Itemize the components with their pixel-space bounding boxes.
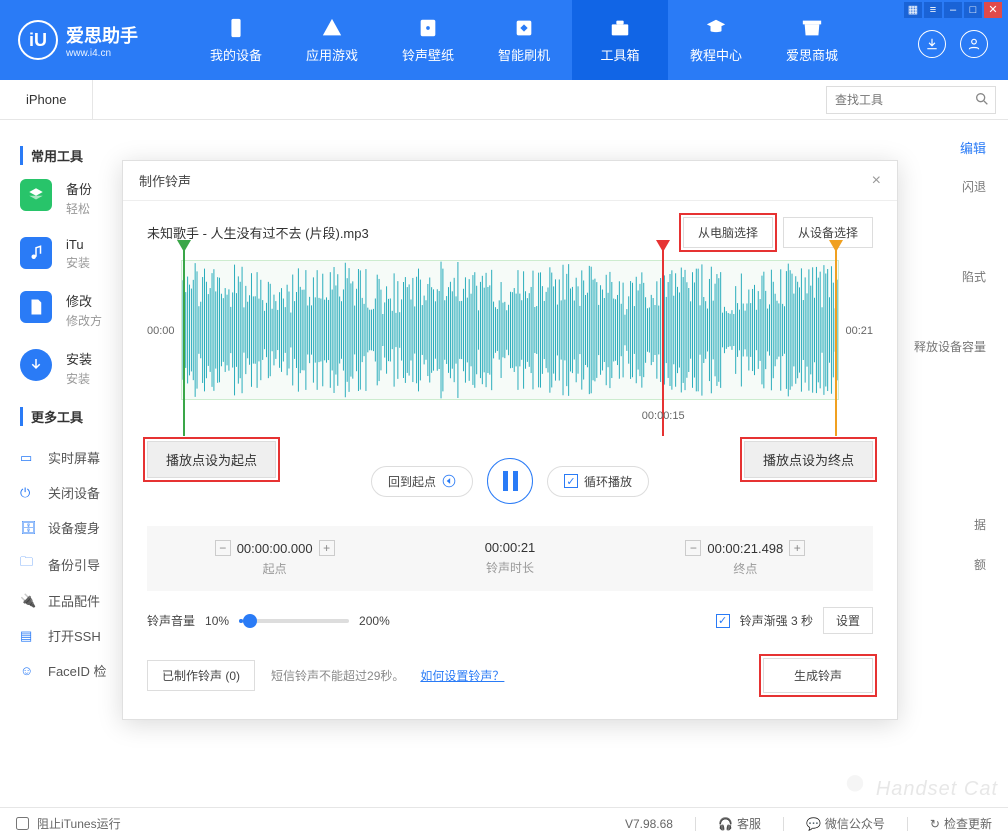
volume-min: 10% <box>205 614 229 628</box>
time-end-label: 00:21 <box>845 325 873 337</box>
check-update-link[interactable]: ↻ 检查更新 <box>930 815 992 832</box>
made-ringtones-button[interactable]: 已制作铃声 (0) <box>147 660 255 691</box>
nav-ringtone-wallpaper[interactable]: 铃声壁纸 <box>380 0 476 80</box>
select-from-device-button[interactable]: 从设备选择 <box>783 217 873 248</box>
status-bar: 阻止iTunes运行 V7.98.68 🎧 客服 💬 微信公众号 ↻ 检查更新 <box>0 807 1008 839</box>
play-pause-button[interactable] <box>487 458 533 504</box>
time-panel: −00:00:00.000+ 起点 00:00:21 铃声时长 −00:00:2… <box>147 526 873 591</box>
search-icon[interactable] <box>974 91 990 112</box>
logo-name: 爱思助手 <box>66 22 138 48</box>
support-link[interactable]: 🎧 客服 <box>718 815 761 832</box>
select-from-pc-button[interactable]: 从电脑选择 <box>683 217 773 248</box>
side-text-4: 据 <box>974 516 986 533</box>
set-as-start-button[interactable]: 播放点设为起点 <box>147 441 276 478</box>
nav-smart-flash[interactable]: 智能刷机 <box>476 0 572 80</box>
side-text-2: 陷式 <box>962 268 986 285</box>
nav-tutorial[interactable]: 教程中心 <box>668 0 764 80</box>
nav-my-device[interactable]: 我的设备 <box>188 0 284 80</box>
logo-icon: iU <box>18 20 58 60</box>
cable-icon: 🔌 <box>20 593 38 609</box>
layers-icon <box>20 179 52 211</box>
block-itunes-label: 阻止iTunes运行 <box>37 815 121 832</box>
face-icon: ☺ <box>20 663 38 678</box>
fade-checkbox[interactable]: ✓ <box>716 614 730 628</box>
start-marker[interactable] <box>183 244 185 436</box>
volume-label: 铃声音量 <box>147 612 195 629</box>
device-tab-iphone[interactable]: iPhone <box>0 80 93 120</box>
titlebar-max-icon[interactable]: □ <box>964 2 982 18</box>
playhead-marker[interactable] <box>662 244 664 436</box>
start-plus-button[interactable]: + <box>319 540 335 556</box>
duration-value: 00:00:21 <box>485 540 536 555</box>
side-text-5: 额 <box>974 556 986 573</box>
generate-ringtone-button[interactable]: 生成铃声 <box>763 658 873 693</box>
ringtone-maker-dialog: 制作铃声 × 未知歌手 - 人生没有过不去 (片段).mp3 从电脑选择 从设备… <box>122 160 898 720</box>
start-minus-button[interactable]: − <box>215 540 231 556</box>
arrow-down-icon <box>20 349 52 381</box>
titlebar-min-icon[interactable]: – <box>944 2 962 18</box>
titlebar-buttons: ▦ ≡ – □ ✕ <box>904 2 1002 18</box>
app-header: ▦ ≡ – □ ✕ iU 爱思助手 www.i4.cn 我的设备 应用游戏 铃声… <box>0 0 1008 80</box>
logo-url: www.i4.cn <box>66 48 138 59</box>
version-label: V7.98.68 <box>625 817 673 831</box>
folder-icon: 🗀 <box>20 553 38 575</box>
loop-checkbox[interactable]: ✓循环播放 <box>547 466 649 497</box>
search-input[interactable] <box>826 86 996 114</box>
playhead-time: 00:00:15 <box>642 410 685 422</box>
edit-link[interactable]: 编辑 <box>960 138 986 157</box>
logo[interactable]: iU 爱思助手 www.i4.cn <box>18 20 138 60</box>
dialog-title: 制作铃声 <box>139 171 191 190</box>
close-icon[interactable]: × <box>872 172 881 190</box>
end-marker[interactable] <box>835 244 837 436</box>
nav-app-games[interactable]: 应用游戏 <box>284 0 380 80</box>
user-icon[interactable] <box>960 30 988 58</box>
start-time-value: 00:00:00.000 <box>237 541 313 556</box>
download-icon[interactable] <box>918 30 946 58</box>
back-to-start-button[interactable]: 回到起点 <box>371 466 473 497</box>
file-icon <box>20 291 52 323</box>
titlebar-grid-icon[interactable]: ▦ <box>904 2 922 18</box>
end-time-value: 00:00:21.498 <box>707 541 783 556</box>
titlebar-close-icon[interactable]: ✕ <box>984 2 1002 18</box>
nav-toolbox[interactable]: 工具箱 <box>572 0 668 80</box>
nav-store[interactable]: 爱思商城 <box>764 0 860 80</box>
set-as-end-button[interactable]: 播放点设为终点 <box>744 441 873 478</box>
screen-icon: ▭ <box>20 450 38 466</box>
sms-hint: 短信铃声不能超过29秒。 <box>271 667 404 684</box>
power-icon: ⏻ <box>20 485 38 501</box>
waveform-track[interactable]: 00:00:15 <box>181 256 840 406</box>
briefcase-icon: 🗄 <box>20 520 38 536</box>
end-plus-button[interactable]: + <box>789 540 805 556</box>
volume-slider[interactable] <box>239 619 349 623</box>
how-to-set-link[interactable]: 如何设置铃声？ <box>420 667 504 684</box>
fade-settings-button[interactable]: 设置 <box>823 607 873 634</box>
wechat-link[interactable]: 💬 微信公众号 <box>806 815 885 832</box>
time-start-label: 00:00 <box>147 325 175 337</box>
fade-label: 铃声渐强 3 秒 <box>740 612 813 629</box>
terminal-icon: ▤ <box>20 628 38 644</box>
block-itunes-checkbox[interactable] <box>16 817 29 830</box>
volume-max: 200% <box>359 614 390 628</box>
side-text-3: 释放设备容量 <box>914 338 986 355</box>
music-icon <box>20 237 52 269</box>
titlebar-menu-icon[interactable]: ≡ <box>924 2 942 18</box>
end-minus-button[interactable]: − <box>685 540 701 556</box>
side-text-1: 闪退 <box>962 178 986 195</box>
device-bar: iPhone <box>0 80 1008 120</box>
main-nav: 我的设备 应用游戏 铃声壁纸 智能刷机 工具箱 教程中心 爱思商城 <box>188 0 860 80</box>
